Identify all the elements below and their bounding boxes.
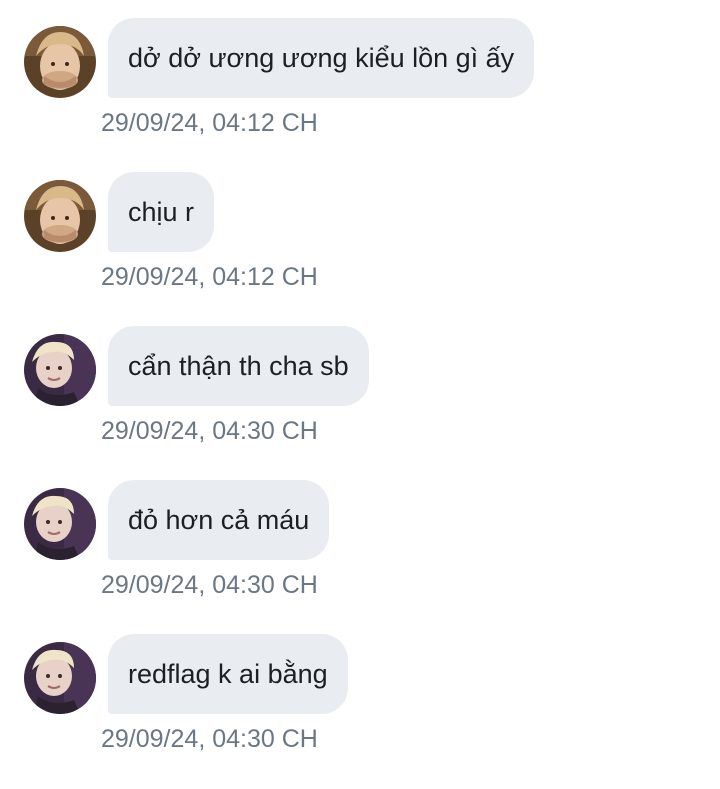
message-bubble[interactable]: dở dở ương ương kiểu lồn gì ấy [108, 18, 535, 98]
sender-avatar[interactable] [24, 26, 96, 98]
message-bubble[interactable]: redflag k ai bằng [108, 634, 348, 714]
message-timestamp: 29/09/24, 04:12 CH [101, 109, 318, 137]
avatar-user-b-image [24, 334, 96, 406]
avatar-user-a-image [24, 180, 96, 252]
avatar-user-b-image [24, 642, 96, 714]
message-item: cẩn thận th cha sb 29/09/24, 04:30 CH [0, 308, 720, 458]
message-bubble[interactable]: đỏ hơn cả máu [108, 480, 330, 560]
sender-avatar[interactable] [24, 642, 96, 714]
message-bubble[interactable]: cẩn thận th cha sb [108, 326, 369, 406]
sender-avatar[interactable] [24, 488, 96, 560]
message-timestamp: 29/09/24, 04:12 CH [101, 263, 318, 291]
avatar-user-a-image [24, 26, 96, 98]
sender-avatar[interactable] [24, 334, 96, 406]
message-timestamp: 29/09/24, 04:30 CH [101, 417, 318, 445]
message-item: chịu r 29/09/24, 04:12 CH [0, 154, 720, 304]
message-bubble[interactable]: chịu r [108, 172, 215, 252]
sender-avatar[interactable] [24, 180, 96, 252]
message-item: đỏ hơn cả máu 29/09/24, 04:30 CH [0, 462, 720, 612]
message-thread: dở dở ương ương kiểu lồn gì ấy 29/09/24,… [0, 0, 720, 789]
message-item: redflag k ai bằng 29/09/24, 04:30 CH [0, 616, 720, 766]
avatar-user-b-image [24, 488, 96, 560]
message-timestamp: 29/09/24, 04:30 CH [101, 725, 318, 753]
message-item: dở dở ương ương kiểu lồn gì ấy 29/09/24,… [0, 0, 720, 150]
message-timestamp: 29/09/24, 04:30 CH [101, 571, 318, 599]
